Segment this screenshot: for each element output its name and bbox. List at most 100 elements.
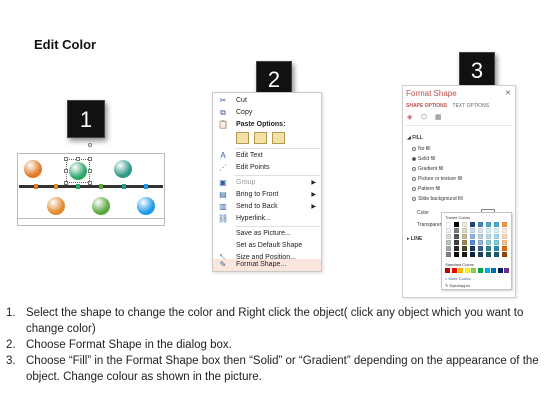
theme-color-swatch[interactable] [462,222,467,227]
resize-handle[interactable] [88,169,92,173]
standard-color-swatch[interactable] [445,268,450,273]
standard-color-swatch[interactable] [451,268,457,273]
theme-color-swatch[interactable] [502,228,507,233]
theme-color-swatch[interactable] [478,228,483,233]
theme-color-swatch[interactable] [478,222,483,227]
theme-color-swatch[interactable] [470,234,475,239]
eyedropper-option[interactable]: ✎ Eyedropper [445,283,470,288]
theme-color-swatch[interactable] [494,234,499,239]
theme-color-swatch[interactable] [486,234,491,239]
theme-color-swatch[interactable] [470,222,475,227]
more-colors-option[interactable]: ◐ More Colors... [445,276,474,281]
resize-handle[interactable] [64,181,68,185]
menu-item-edit-text[interactable]: A Edit Text [213,150,321,162]
standard-color-swatch[interactable] [471,268,477,273]
theme-color-swatch[interactable] [486,222,491,227]
paste-picture-icon[interactable] [272,132,285,144]
theme-color-swatch[interactable] [454,252,459,257]
theme-color-swatch[interactable] [502,252,507,257]
radio-slide-background-fill[interactable]: Slide background fill [412,196,463,202]
theme-color-swatch[interactable] [502,222,507,227]
paste-use-theme-icon[interactable] [254,132,267,144]
theme-color-swatch[interactable] [446,222,451,227]
theme-color-swatch[interactable] [486,246,491,251]
radio-pattern-fill[interactable]: Pattern fill [412,186,440,192]
theme-color-swatch[interactable] [494,246,499,251]
theme-color-swatch[interactable] [494,240,499,245]
theme-color-swatch[interactable] [494,228,499,233]
radio-gradient-fill[interactable]: Gradient fill [412,166,443,172]
menu-item-hyperlink[interactable]: ⛓ Hyperlink... [213,213,321,225]
theme-color-swatch[interactable] [494,252,499,257]
theme-color-swatch[interactable] [454,222,459,227]
line-section-header[interactable]: ▸ LINE [407,236,422,242]
theme-color-swatch[interactable] [486,252,491,257]
paste-keep-source-icon[interactable] [236,132,249,144]
theme-color-swatch[interactable] [462,228,467,233]
tab-text-options[interactable]: TEXT OPTIONS [453,103,490,109]
theme-color-swatch[interactable] [462,252,467,257]
shape-circle-green-lower[interactable] [92,197,110,215]
theme-color-swatch[interactable] [462,234,467,239]
theme-color-swatch[interactable] [470,246,475,251]
fill-section-header[interactable]: ◢ FILL [407,135,423,141]
theme-color-swatch[interactable] [470,252,475,257]
menu-item-set-default-shape[interactable]: Set as Default Shape [213,240,321,252]
shape-circle-teal[interactable] [114,160,132,178]
theme-color-swatch[interactable] [446,228,451,233]
theme-color-swatch[interactable] [478,234,483,239]
theme-color-swatch[interactable] [486,240,491,245]
standard-color-swatch[interactable] [497,268,503,273]
close-icon[interactable]: ✕ [505,89,511,97]
size-properties-icon[interactable]: ▦ [435,114,443,122]
theme-color-swatch[interactable] [502,240,507,245]
menu-item-save-as-picture[interactable]: Save as Picture... [213,228,321,240]
theme-color-swatch[interactable] [478,240,483,245]
radio-no-fill[interactable]: No fill [412,146,431,152]
theme-color-swatch[interactable] [454,234,459,239]
standard-color-swatch[interactable] [504,268,510,273]
theme-color-swatch[interactable] [502,234,507,239]
standard-color-swatch[interactable] [464,268,470,273]
shape-circle-orange[interactable] [24,160,42,178]
theme-color-swatch[interactable] [446,246,451,251]
radio-picture-fill[interactable]: Picture or texture fill [412,176,462,182]
theme-color-swatch[interactable] [478,246,483,251]
theme-color-swatch[interactable] [502,246,507,251]
radio-solid-fill[interactable]: Solid fill [412,156,435,162]
theme-color-swatch[interactable] [470,228,475,233]
theme-color-swatch[interactable] [454,228,459,233]
standard-color-swatch[interactable] [478,268,483,273]
menu-item-group[interactable]: ▣ Group ▶ [213,177,321,189]
menu-item-format-shape[interactable]: ✎ Format Shape... [213,259,321,271]
theme-color-swatch[interactable] [446,252,451,257]
menu-item-edit-points[interactable]: ⋰ Edit Points [213,162,321,174]
menu-item-bring-to-front[interactable]: ▤ Bring to Front ▶ [213,189,321,201]
menu-item-cut[interactable]: ✂ Cut [213,95,321,107]
theme-color-swatch[interactable] [462,246,467,251]
theme-color-swatch[interactable] [486,228,491,233]
shape-circle-blue-lower[interactable] [137,197,155,215]
effects-icon[interactable]: ⬠ [421,114,429,122]
theme-color-swatch[interactable] [462,240,467,245]
resize-handle[interactable] [88,157,92,161]
theme-color-swatch[interactable] [446,240,451,245]
theme-color-swatch[interactable] [454,240,459,245]
resize-handle[interactable] [64,157,68,161]
theme-color-swatch[interactable] [494,222,499,227]
menu-item-copy[interactable]: ⧉ Copy [213,107,321,119]
standard-color-swatch[interactable] [458,268,464,273]
resize-handle[interactable] [76,157,80,161]
resize-handle[interactable] [88,181,92,185]
theme-color-swatch[interactable] [478,252,483,257]
tab-shape-options[interactable]: SHAPE OPTIONS [406,103,447,109]
standard-color-swatch[interactable] [491,268,497,273]
theme-color-swatch[interactable] [446,234,451,239]
fill-line-icon[interactable]: ◈ [407,114,415,122]
standard-color-swatch[interactable] [484,268,490,273]
resize-handle[interactable] [64,169,68,173]
rotate-handle[interactable] [88,143,92,147]
theme-color-swatch[interactable] [454,246,459,251]
shape-circle-orange-lower[interactable] [47,197,65,215]
menu-item-send-to-back[interactable]: ▥ Send to Back ▶ [213,201,321,213]
